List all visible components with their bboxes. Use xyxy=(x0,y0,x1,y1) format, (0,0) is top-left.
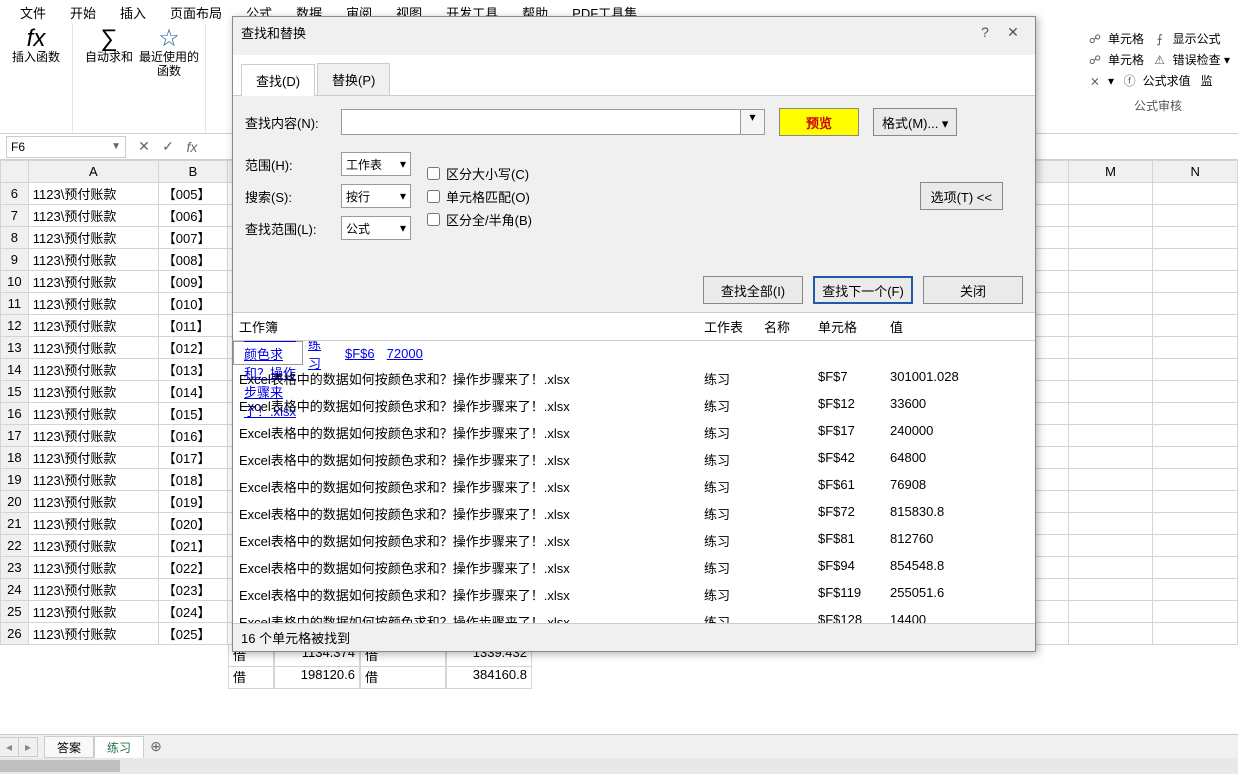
insert-function-button[interactable]: fx 插入函数 xyxy=(6,28,66,64)
star-icon: ☆ xyxy=(158,32,180,46)
search-select[interactable]: 按行▾ xyxy=(341,184,411,208)
result-row[interactable]: Excel表格中的数据如何按颜色求和？操作步骤来了！.xlsx练习$F$1724… xyxy=(233,419,1035,446)
dialog-tabs: 查找(D) 替换(P) xyxy=(233,55,1035,96)
result-row[interactable]: Excel表格中的数据如何按颜色求和？操作步骤来了！.xlsx练习$F$4264… xyxy=(233,446,1035,473)
result-row[interactable]: Excel表格中的数据如何按颜色求和？操作步骤来了！.xlsx练习$F$1281… xyxy=(233,608,1035,623)
preview-button[interactable]: 预览 xyxy=(779,108,859,136)
trace-dependents-button[interactable]: ☍单元格 ⚠错误检查 ▾ xyxy=(1086,49,1230,70)
result-row[interactable]: Excel表格中的数据如何按颜色求和？操作步骤来了！.xlsx练习$F$9485… xyxy=(233,554,1035,581)
eval-icon: ⓕ xyxy=(1121,72,1139,89)
trace-precedents-button[interactable]: ☍单元格 ⨍显示公式 xyxy=(1086,28,1230,49)
col-header[interactable]: B xyxy=(158,161,227,183)
col-header[interactable]: N xyxy=(1153,161,1238,183)
result-row[interactable]: Excel表格中的数据如何按颜色求和？操作步骤来了！.xlsx练习$F$8181… xyxy=(233,527,1035,554)
recent-label: 最近使用的 函数 xyxy=(139,50,199,78)
remove-arrows-button[interactable]: ⨯▾ ⓕ公式求值 监 xyxy=(1086,70,1230,91)
tab-find[interactable]: 查找(D) xyxy=(241,64,315,96)
help-button[interactable]: ? xyxy=(971,24,999,40)
find-next-button[interactable]: 查找下一个(F) xyxy=(813,276,913,304)
result-row[interactable]: Excel表格中的数据如何按颜色求和？操作步骤来了！.xlsx练习$F$1192… xyxy=(233,581,1035,608)
tab-replace[interactable]: 替换(P) xyxy=(317,63,390,95)
formula-icon: ⨍ xyxy=(1151,32,1169,46)
content-dropdown[interactable]: ▾ xyxy=(741,109,765,135)
sheet-tab-答案[interactable]: 答案 xyxy=(44,736,94,758)
results-status: 16 个单元格被找到 xyxy=(233,623,1035,651)
partial-row-below: 借 198120.6 借 384160.8 xyxy=(228,667,1238,689)
error-icon: ⚠ xyxy=(1151,53,1169,67)
name-box[interactable]: F6 ▼ xyxy=(6,136,126,158)
add-sheet-button[interactable]: ⊕ xyxy=(144,738,168,755)
close-dialog-button[interactable]: 关闭 xyxy=(923,276,1023,304)
result-row[interactable]: Excel表格中的数据如何按颜色求和？操作步骤来了！.xlsx练习$F$6720… xyxy=(233,341,303,365)
match-width-checkbox[interactable]: 区分全/半角(B) xyxy=(427,210,532,229)
ribbon-group-label: 公式审核 xyxy=(1086,95,1230,116)
dialog-title: 查找和替换 xyxy=(241,23,306,42)
menu-文件[interactable]: 文件 xyxy=(8,3,58,22)
menu-页面布局[interactable]: 页面布局 xyxy=(158,3,234,22)
dialog-titlebar[interactable]: 查找和替换 ? ✕ xyxy=(233,17,1035,47)
options-button[interactable]: 选项(T) << xyxy=(920,182,1003,210)
close-button[interactable]: ✕ xyxy=(999,24,1027,41)
enter-icon[interactable]: ✓ xyxy=(156,138,180,155)
scope-select[interactable]: 工作表▾ xyxy=(341,152,411,176)
trace-icon: ☍ xyxy=(1086,32,1104,46)
remove-icon: ⨯ xyxy=(1086,74,1104,88)
col-header[interactable]: A xyxy=(28,161,158,183)
lookin-select[interactable]: 公式▾ xyxy=(341,216,411,240)
tab-nav[interactable]: ◂▸ xyxy=(0,737,38,757)
ribbon-right-group: ☍单元格 ⨍显示公式 ☍单元格 ⚠错误检查 ▾ ⨯▾ ⓕ公式求值 监 公式审核 xyxy=(1078,24,1238,133)
insert-function-label: 插入函数 xyxy=(12,50,60,64)
format-button[interactable]: 格式(M)... ▾ xyxy=(873,108,957,136)
autosum-label: 自动求和 xyxy=(85,50,133,64)
fx-button[interactable]: fx xyxy=(180,139,204,155)
fx-icon: fx xyxy=(27,32,46,46)
match-whole-checkbox[interactable]: 单元格匹配(O) xyxy=(427,187,532,206)
lookin-label: 查找范围(L): xyxy=(245,219,341,238)
recent-functions-button[interactable]: ☆ 最近使用的 函数 xyxy=(139,28,199,78)
menu-插入[interactable]: 插入 xyxy=(108,3,158,22)
autosum-button[interactable]: ∑ 自动求和 xyxy=(79,28,139,64)
find-replace-dialog: 查找和替换 ? ✕ 查找(D) 替换(P) 查找内容(N): ▾ 预览 格式(M… xyxy=(232,16,1036,652)
horizontal-scrollbar[interactable] xyxy=(0,758,1238,774)
result-row[interactable]: Excel表格中的数据如何按颜色求和？操作步骤来了！.xlsx练习$F$6176… xyxy=(233,473,1035,500)
name-box-value: F6 xyxy=(11,140,25,154)
result-row[interactable]: Excel表格中的数据如何按颜色求和？操作步骤来了！.xlsx练习$F$1233… xyxy=(233,392,1035,419)
menu-开始[interactable]: 开始 xyxy=(58,3,108,22)
col-header[interactable]: M xyxy=(1068,161,1153,183)
results-header: 工作簿 工作表 名称 单元格 值 xyxy=(233,312,1035,341)
results-list[interactable]: Excel表格中的数据如何按颜色求和？操作步骤来了！.xlsx练习$F$6720… xyxy=(233,341,1035,623)
result-row[interactable]: Excel表格中的数据如何按颜色求和？操作步骤来了！.xlsx练习$F$7281… xyxy=(233,500,1035,527)
result-row[interactable]: Excel表格中的数据如何按颜色求和？操作步骤来了！.xlsx练习$F$7301… xyxy=(233,365,1035,392)
sheet-tab-bar: ◂▸ 答案练习 ⊕ xyxy=(0,734,1238,758)
trace-dep-icon: ☍ xyxy=(1086,53,1104,67)
find-content-input[interactable] xyxy=(341,109,741,135)
scope-label: 范围(H): xyxy=(245,155,341,174)
sheet-tab-练习[interactable]: 练习 xyxy=(94,736,144,758)
search-label: 搜索(S): xyxy=(245,187,341,206)
find-content-label: 查找内容(N): xyxy=(245,113,341,132)
cancel-icon[interactable]: ✕ xyxy=(132,138,156,155)
match-case-checkbox[interactable]: 区分大小写(C) xyxy=(427,164,532,183)
chevron-down-icon[interactable]: ▼ xyxy=(111,141,121,152)
find-all-button[interactable]: 查找全部(I) xyxy=(703,276,803,304)
sigma-icon: ∑ xyxy=(100,32,117,46)
